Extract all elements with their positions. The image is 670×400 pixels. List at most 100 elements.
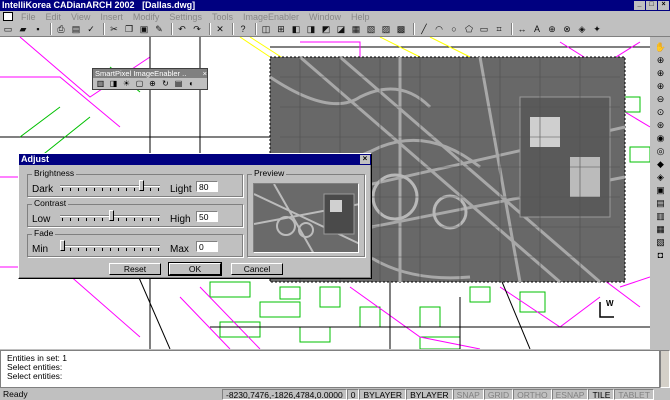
image-settings-icon[interactable]: ◐ [186,79,197,89]
menu-help[interactable]: Help [346,12,375,22]
tile-toggle[interactable]: TILE [588,388,615,400]
dim-icon[interactable]: ↔ [516,24,528,35]
layer-icon[interactable]: ◫ [260,24,272,35]
help-icon[interactable]: ? [237,24,249,35]
linetype-bylayer[interactable]: BYLAYER [406,388,453,400]
tool-icon[interactable]: ▧ [654,236,667,248]
grid-toggle[interactable]: GRID [483,388,514,400]
image-crop-icon[interactable]: ◨ [108,79,119,89]
document-icon[interactable] [3,12,13,21]
pan-icon[interactable]: ✋ [654,41,667,53]
close-icon[interactable]: × [360,155,370,164]
zoom-extents-icon[interactable]: ⊛ [654,119,667,131]
tool-icon[interactable]: ◪ [335,24,347,35]
fade-slider[interactable] [60,240,65,251]
tool-icon[interactable]: ◩ [320,24,332,35]
brightness-value-field[interactable]: 80 [196,181,218,192]
tool-icon[interactable]: ◨ [305,24,317,35]
undo-icon[interactable]: ↶ [176,24,188,35]
image-zoom-icon[interactable]: ⊕ [147,79,158,89]
tool-icon[interactable]: ▩ [395,24,407,35]
minimize-button[interactable]: _ [634,1,645,10]
zoom-window-icon[interactable]: ⊙ [654,106,667,118]
open-icon[interactable]: ▰ [17,24,29,35]
maximize-button[interactable]: □ [646,1,657,10]
contrast-value-field[interactable]: 50 [196,211,218,222]
menu-settings[interactable]: Settings [164,12,207,22]
close-button[interactable]: × [658,1,669,10]
close-icon[interactable]: × [203,69,207,78]
image-rotate-icon[interactable]: ↻ [160,79,171,89]
tool-icon[interactable]: ▦ [350,24,362,35]
cut-icon[interactable]: ✂ [108,24,120,35]
menu-insert[interactable]: Insert [95,12,128,22]
line-icon[interactable]: ╱ [418,24,430,35]
esnap-toggle[interactable]: ESNAP [551,388,589,400]
cancel-button[interactable]: Cancel [231,263,283,275]
new-icon[interactable]: ▭ [2,24,14,35]
fade-value-field[interactable]: 0 [196,241,218,252]
shade-icon[interactable]: ◆ [654,158,667,170]
tool-icon[interactable]: ▣ [654,184,667,196]
print-icon[interactable]: ⎙ [55,24,67,35]
zoom-in-icon[interactable]: ⊕ [654,80,667,92]
copy-icon[interactable]: ❐ [123,24,135,35]
brightness-slider[interactable] [139,180,144,191]
preview-icon[interactable]: ▤ [70,24,82,35]
view-icon[interactable]: ◉ [654,132,667,144]
text-icon[interactable]: A [531,24,543,35]
tool-icon[interactable]: ✦ [591,24,603,35]
paste-icon[interactable]: ▣ [138,24,150,35]
color-bylayer[interactable]: BYLAYER [359,388,407,400]
tool-icon[interactable]: ▤ [654,197,667,209]
reset-button[interactable]: Reset [109,263,161,275]
poly-icon[interactable]: ⬠ [463,24,475,35]
command-history[interactable]: Entities in set: 1 Select entities: Sele… [0,350,660,388]
spell-icon[interactable]: ✓ [85,24,97,35]
view-icon[interactable]: ◎ [654,145,667,157]
menu-modify[interactable]: Modify [128,12,165,22]
arc-icon[interactable]: ◠ [433,24,445,35]
menu-imageenabler[interactable]: ImageEnabler [238,12,304,22]
tool-icon[interactable]: ◈ [576,24,588,35]
menu-edit[interactable]: Edit [41,12,67,22]
tool-icon[interactable]: ⊕ [546,24,558,35]
tool-icon[interactable]: ◧ [290,24,302,35]
save-icon[interactable]: ▪ [32,24,44,35]
rect-icon[interactable]: ▭ [478,24,490,35]
window-title: IntelliKorea CADianARCH 2002 [Dallas.dwg… [2,0,196,10]
light-label: Light [170,184,192,195]
snap-toggle[interactable]: SNAP [452,388,484,400]
tool-icon[interactable]: ▦ [654,223,667,235]
smartpixel-caption[interactable]: SmartPixel ImageEnabler .. × [93,69,207,78]
tool-icon[interactable]: ▥ [654,210,667,222]
ok-button[interactable]: OK [168,262,222,276]
dialog-title-bar[interactable]: Adjust × [19,154,371,165]
match-icon[interactable]: ✎ [153,24,165,35]
command-scrollbar[interactable] [660,350,670,388]
circle-icon[interactable]: ○ [448,24,460,35]
image-insert-icon[interactable]: ▥ [95,79,106,89]
image-adjust-icon[interactable]: ☀ [121,79,132,89]
tool-icon[interactable]: ▨ [380,24,392,35]
tool-icon[interactable]: ⊗ [561,24,573,35]
menu-tools[interactable]: Tools [207,12,238,22]
ortho-toggle[interactable]: ORTHO [513,388,552,400]
menu-file[interactable]: File [16,12,41,22]
menu-view[interactable]: View [66,12,95,22]
zoom-out-icon[interactable]: ⊖ [654,93,667,105]
image-frame-icon[interactable]: ▢ [134,79,145,89]
zoom-icon[interactable]: ⊕ [654,54,667,66]
render-icon[interactable]: ◈ [654,171,667,183]
redo-icon[interactable]: ↷ [191,24,203,35]
tool-icon[interactable]: ⌗ [493,24,505,35]
menu-window[interactable]: Window [304,12,346,22]
image-export-icon[interactable]: ▤ [173,79,184,89]
delete-icon[interactable]: ✕ [214,24,226,35]
tablet-toggle[interactable]: TABLET [614,388,654,400]
snap-icon[interactable]: ⊞ [275,24,287,35]
tool-icon[interactable]: ◘ [654,249,667,261]
contrast-slider[interactable] [109,210,114,221]
tool-icon[interactable]: ▧ [365,24,377,35]
zoom-icon[interactable]: ⊕ [654,67,667,79]
